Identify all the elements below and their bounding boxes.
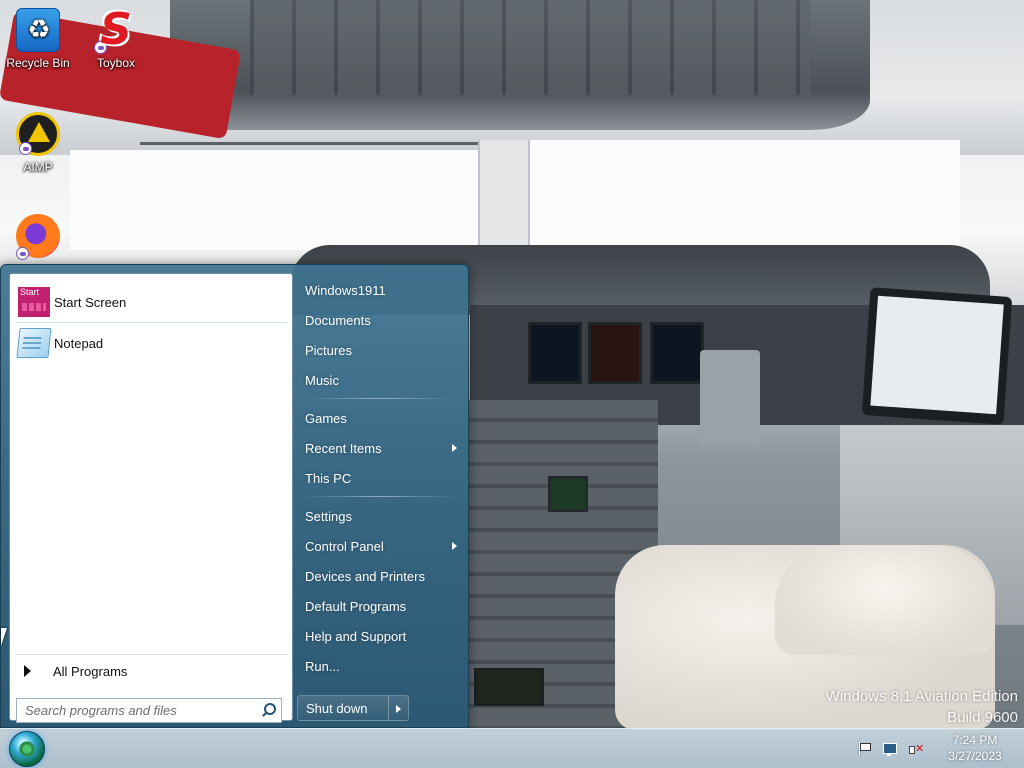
places-item-default-programs[interactable]: Default Programs xyxy=(297,592,463,620)
places-item-games[interactable]: Games xyxy=(297,404,463,432)
places-item-pictures[interactable]: Pictures xyxy=(297,336,463,364)
desktop-icon-firefox[interactable] xyxy=(0,214,76,262)
start-button[interactable] xyxy=(9,731,45,767)
submenu-arrow-icon xyxy=(452,542,457,550)
shutdown-button-group: Shut down xyxy=(297,695,409,721)
program-start-screen[interactable]: Start Screen xyxy=(14,284,288,320)
search-icon[interactable] xyxy=(259,700,281,722)
places-item-label: Games xyxy=(305,410,347,426)
places-item-label: Settings xyxy=(305,508,352,524)
places-item-label: Devices and Printers xyxy=(305,568,425,584)
shutdown-options-arrow-icon[interactable] xyxy=(388,696,408,720)
places-item-settings[interactable]: Settings xyxy=(297,502,463,530)
places-item-label: Windows1911 xyxy=(305,282,386,298)
taskbar: 7:24 PM 3/27/2023 xyxy=(0,728,1024,768)
clock-date: 3/27/2023 xyxy=(948,749,1002,763)
places-item-label: Help and Support xyxy=(305,628,407,644)
places-item-label: Documents xyxy=(305,312,371,328)
desktop-icon-recycle-bin[interactable]: Recycle Bin xyxy=(0,8,76,70)
places-item-music[interactable]: Music xyxy=(297,366,463,394)
shortcut-arrow-icon xyxy=(94,41,107,54)
places-item-control-panel[interactable]: Control Panel xyxy=(297,532,463,560)
start-screen-icon xyxy=(18,287,50,317)
desktop-icon-label: Recycle Bin xyxy=(6,56,70,70)
places-item-this-pc[interactable]: This PC xyxy=(297,464,463,492)
all-programs-label: All Programs xyxy=(53,663,128,679)
places-item-label: Recent Items xyxy=(305,440,382,456)
desktop-icon-label: Toybox xyxy=(96,56,136,70)
desktop-icon-toybox[interactable]: Toybox xyxy=(78,6,154,70)
all-programs-button[interactable]: All Programs xyxy=(14,657,288,685)
system-tray xyxy=(856,741,924,757)
places-item-run[interactable]: Run... xyxy=(297,652,463,680)
watermark-build: Build 9600 xyxy=(947,709,1018,726)
program-notepad[interactable]: Notepad xyxy=(14,325,288,361)
start-menu-programs-pane: Start Screen Notepad All Programs xyxy=(9,273,293,723)
divider xyxy=(16,654,288,655)
places-item-label: Control Panel xyxy=(305,538,384,554)
volume-muted-icon[interactable] xyxy=(908,741,924,757)
start-menu-places-pane: Windows1911 Documents Pictures Music Gam… xyxy=(297,273,463,721)
places-item-help-and-support[interactable]: Help and Support xyxy=(297,622,463,650)
os-watermark: Windows 8.1 Aviation Edition Build 9600 xyxy=(826,686,1018,728)
start-search-box[interactable] xyxy=(16,698,282,723)
program-label: Start Screen xyxy=(54,294,127,310)
recycle-bin-icon xyxy=(16,8,61,52)
chevron-right-icon xyxy=(24,665,31,677)
watermark-edition: Windows 8.1 Aviation Edition xyxy=(825,688,1018,705)
places-item-user-folder[interactable]: Windows1911 xyxy=(297,276,463,304)
taskbar-clock[interactable]: 7:24 PM 3/27/2023 xyxy=(930,732,1020,764)
places-item-label: Pictures xyxy=(305,342,352,358)
places-item-label: Music xyxy=(305,372,339,388)
mouse-pointer-icon xyxy=(1,628,7,646)
toybox-icon xyxy=(94,6,138,54)
firefox-icon xyxy=(16,214,60,260)
places-item-label: This PC xyxy=(305,470,352,486)
notepad-icon xyxy=(16,328,52,358)
search-input[interactable] xyxy=(25,703,259,718)
start-menu: Start Screen Notepad All Programs Window… xyxy=(0,264,469,728)
divider xyxy=(303,496,457,497)
flag-icon[interactable] xyxy=(856,741,872,757)
shortcut-arrow-icon xyxy=(19,142,32,155)
desktop-icon-aimp[interactable]: AIMP xyxy=(0,112,76,174)
divider xyxy=(303,398,457,399)
desktop-icon-label: AIMP xyxy=(23,160,53,174)
network-icon[interactable] xyxy=(882,741,898,757)
places-item-documents[interactable]: Documents xyxy=(297,306,463,334)
divider xyxy=(16,322,288,323)
program-label: Notepad xyxy=(54,335,104,351)
shutdown-button[interactable]: Shut down xyxy=(298,696,388,720)
places-item-recent-items[interactable]: Recent Items xyxy=(297,434,463,462)
submenu-arrow-icon xyxy=(452,444,457,452)
places-item-label: Run... xyxy=(305,658,340,674)
places-item-devices-and-printers[interactable]: Devices and Printers xyxy=(297,562,463,590)
shortcut-arrow-icon xyxy=(16,247,29,260)
places-item-label: Default Programs xyxy=(305,598,407,614)
aimp-icon xyxy=(16,112,60,156)
clock-time: 7:24 PM xyxy=(952,733,998,747)
